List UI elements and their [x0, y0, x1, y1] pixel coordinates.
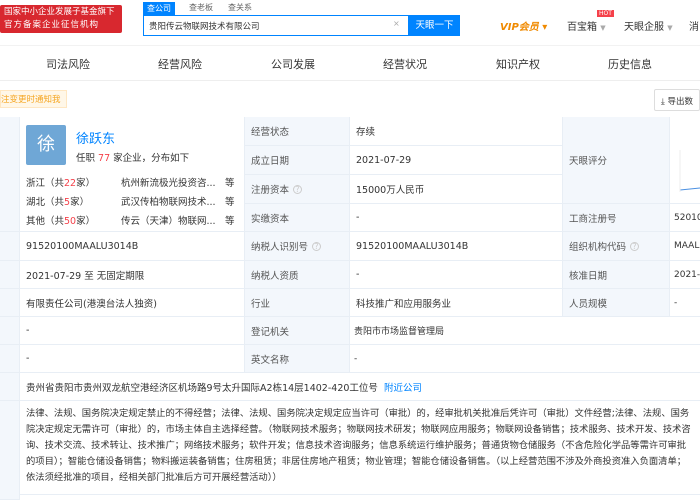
nearby-companies-link[interactable]: 附近公司 — [384, 380, 422, 394]
region-item[interactable]: 其他（共50家） 传云（天津）物联网... 等 — [26, 212, 241, 231]
field-label: 成立日期 — [245, 146, 350, 175]
region-list: 浙江（共22家） 杭州新流极光投资咨... 等 湖北（共5家） 武汉传柏物联网技术..… — [26, 174, 241, 231]
field-value: 2021- — [670, 261, 700, 289]
field-label: 纳税人识别号? — [245, 232, 350, 261]
field-label: 实缴资本 — [245, 204, 350, 232]
field-value: 52010 — [670, 204, 700, 232]
field-value: 2021-07-29 至 无固定期限 — [20, 261, 245, 289]
field-label: 英文名称 — [245, 345, 350, 373]
region-item[interactable]: 湖北（共5家） 武汉传柏物联网技术... 等 — [26, 193, 241, 212]
field-label: 注册资本? — [245, 175, 350, 204]
section-nav: 司法风险 经营风险 公司发展 经营状况 知识产权 历史信息 — [0, 45, 700, 81]
brand-logo[interactable]: 国家中小企业发展子基金旗下 官方备案企业征信机构 — [0, 5, 122, 33]
field-value: 2021-07-29 — [350, 146, 563, 175]
field-label: 经营状态 — [245, 117, 350, 146]
row-label-cut — [0, 345, 20, 373]
nav-ip[interactable]: 知识产权 — [496, 56, 540, 72]
score-chart[interactable] — [670, 117, 700, 204]
search-input[interactable]: 贵阳传云物联网技术有限公司 — [143, 15, 409, 36]
search-button[interactable]: 天眼一下 — [409, 15, 460, 36]
field-label: 行业 — [245, 289, 350, 317]
field-value: 有限责任公司(港澳台法人独资) — [20, 289, 245, 317]
help-icon[interactable]: ? — [312, 241, 322, 251]
tab-relation[interactable]: 查关系 — [228, 2, 252, 13]
export-button[interactable]: ⤓ 导出数 — [654, 89, 700, 111]
field-value: - — [20, 317, 245, 345]
vip-menu[interactable]: VIP会员 ▾ — [500, 18, 547, 33]
qifu-menu[interactable]: 天眼企服 ▼ — [624, 18, 673, 33]
help-icon[interactable]: ? — [630, 241, 640, 251]
field-label: 登记机关 — [245, 317, 350, 345]
row-label-cut — [0, 261, 20, 289]
row-label-cut — [0, 317, 20, 345]
avatar: 徐 — [26, 125, 66, 165]
region-item[interactable]: 浙江（共22家） 杭州新流极光投资咨... 等 — [26, 174, 241, 193]
baobox-menu[interactable]: 百宝箱 ▼ — [567, 18, 606, 33]
field-value: - — [670, 289, 700, 317]
nav-operation-risk[interactable]: 经营风险 — [158, 56, 202, 72]
field-value: 15000万人民币 — [350, 175, 563, 204]
field-label: 核准日期 — [563, 261, 670, 289]
field-value: 91520100MAALU3014B — [20, 232, 245, 261]
field-value: 贵阳市市场监督管理局 — [350, 317, 700, 345]
field-label: 工商注册号 — [563, 204, 670, 232]
tab-company[interactable]: 查公司 — [143, 2, 175, 15]
hot-badge: HOT — [597, 10, 614, 17]
legal-rep-card: 徐 徐跃东 任职 77 家企业，分布如下 浙江（共22家） 杭州新流极光投资咨..… — [20, 117, 245, 232]
field-label: 人员规模 — [563, 289, 670, 317]
row-label-cut — [0, 232, 20, 261]
field-value: 科技推广和应用服务业 — [350, 289, 563, 317]
nav-judicial[interactable]: 司法风险 — [46, 56, 90, 72]
field-value: MAAL — [670, 232, 700, 261]
nav-operation[interactable]: 经营状况 — [383, 56, 427, 72]
field-value: - — [350, 261, 563, 289]
field-value: 存续 — [350, 117, 563, 146]
message-menu[interactable]: 消 — [689, 18, 699, 33]
field-label: 纳税人资质 — [245, 261, 350, 289]
business-scope: 法律、法规、国务院决定规定禁止的不得经营；法律、法规、国务院决定规定应当许可（审… — [20, 401, 700, 495]
help-icon[interactable]: ? — [293, 184, 303, 194]
score-label: 天眼评分 — [563, 117, 670, 204]
field-label: 组织机构代码? — [563, 232, 670, 261]
tab-boss[interactable]: 查老板 — [189, 2, 213, 13]
address-value: 贵州省贵阳市贵州双龙航空港经济区机场路9号太升国际A2栋14层1402-420工… — [20, 373, 700, 401]
nav-history[interactable]: 历史信息 — [608, 56, 652, 72]
legal-rep-name[interactable]: 徐跃东 — [76, 128, 115, 147]
notify-button[interactable]: 注变更时通知我 — [0, 90, 67, 108]
clear-icon[interactable]: × — [393, 19, 400, 28]
field-value: - — [350, 204, 563, 232]
field-value: - — [20, 345, 245, 373]
row-label-cut — [0, 289, 20, 317]
download-icon: ⤓ — [661, 97, 665, 107]
field-value: - — [350, 345, 700, 373]
score-sparkline — [679, 150, 700, 192]
field-value: 91520100MAALU3014B — [350, 232, 563, 261]
nav-development[interactable]: 公司发展 — [271, 56, 315, 72]
